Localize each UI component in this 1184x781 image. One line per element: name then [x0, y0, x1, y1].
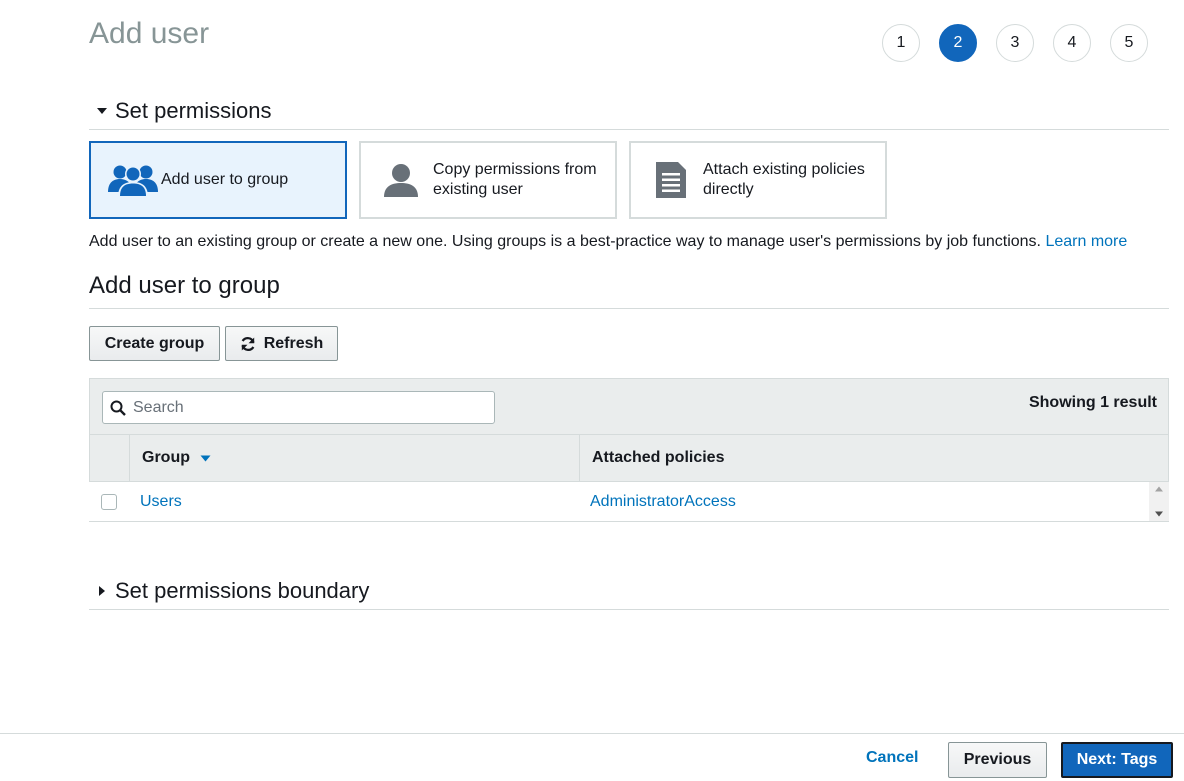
table-scrollbar[interactable]: [1149, 482, 1169, 521]
document-icon: [645, 158, 697, 202]
description-text: Add user to an existing group or create …: [89, 233, 1041, 250]
table-row[interactable]: Users AdministratorAccess: [89, 482, 1169, 522]
page-title: Add user: [89, 17, 210, 50]
cancel-button[interactable]: Cancel: [866, 749, 918, 767]
option-label: Attach existing policies directly: [703, 161, 865, 198]
set-permissions-toggle[interactable]: Set permissions: [89, 92, 1169, 130]
policies-column-header: Attached policies: [592, 449, 725, 466]
caret-right-icon: [89, 585, 115, 597]
caret-down-icon: [89, 107, 115, 115]
user-icon: [375, 158, 427, 202]
group-column-header[interactable]: Group: [130, 435, 580, 481]
group-column-label: Group: [142, 449, 190, 466]
permissions-boundary-toggle[interactable]: Set permissions boundary: [89, 573, 1169, 610]
refresh-icon: [240, 336, 256, 352]
search-icon: [110, 400, 126, 416]
result-count: Showing 1 result: [1028, 394, 1157, 411]
option-copy-permissions[interactable]: Copy permissions from existing user: [359, 141, 617, 219]
option-add-user-to-group[interactable]: Add user to group: [89, 141, 347, 219]
step-5[interactable]: 5: [1110, 24, 1148, 62]
next-tags-button[interactable]: Next: Tags: [1061, 742, 1173, 778]
option-attach-policies[interactable]: Attach existing policies directly: [629, 141, 887, 219]
step-4[interactable]: 4: [1053, 24, 1091, 62]
groups-table: Showing 1 result Group Attached policies…: [89, 378, 1169, 522]
row-select-cell: [89, 493, 128, 510]
users-group-icon: [105, 158, 161, 202]
table-header: Group Attached policies: [89, 435, 1169, 482]
wizard-steps: 1 2 3 4 5: [882, 24, 1148, 62]
step-3[interactable]: 3: [996, 24, 1034, 62]
search-field[interactable]: [102, 391, 495, 424]
wizard-footer: Cancel Previous Next: Tags: [0, 733, 1184, 781]
search-input[interactable]: [131, 397, 475, 418]
group-link[interactable]: Users: [140, 493, 182, 510]
sort-caret-down-icon: [200, 455, 211, 462]
previous-button[interactable]: Previous: [948, 742, 1047, 778]
step-1[interactable]: 1: [882, 24, 920, 62]
permissions-description: Add user to an existing group or create …: [89, 233, 1127, 251]
option-label: Copy permissions from existing user: [433, 161, 597, 198]
header-select-cell: [90, 435, 130, 481]
learn-more-link[interactable]: Learn more: [1045, 233, 1127, 250]
permissions-boundary-heading: Set permissions boundary: [115, 578, 370, 603]
scroll-up-arrow-icon[interactable]: [1154, 486, 1164, 492]
row-checkbox[interactable]: [100, 493, 117, 510]
add-user-to-group-heading: Add user to group: [89, 272, 1169, 309]
option-label: Add user to group: [161, 171, 289, 188]
step-2-current[interactable]: 2: [939, 24, 977, 62]
group-cell: Users: [128, 493, 578, 511]
create-group-button[interactable]: Create group: [89, 326, 220, 361]
permission-options: Add user to group Copy permissions from …: [89, 141, 887, 219]
policies-cell: AdministratorAccess: [578, 493, 1169, 511]
set-permissions-heading: Set permissions: [115, 97, 272, 123]
policy-link[interactable]: AdministratorAccess: [590, 493, 736, 510]
scroll-down-arrow-icon[interactable]: [1154, 511, 1164, 517]
refresh-label: Refresh: [263, 334, 324, 352]
table-toolbar: Showing 1 result: [89, 378, 1169, 435]
refresh-button[interactable]: Refresh: [225, 326, 338, 361]
